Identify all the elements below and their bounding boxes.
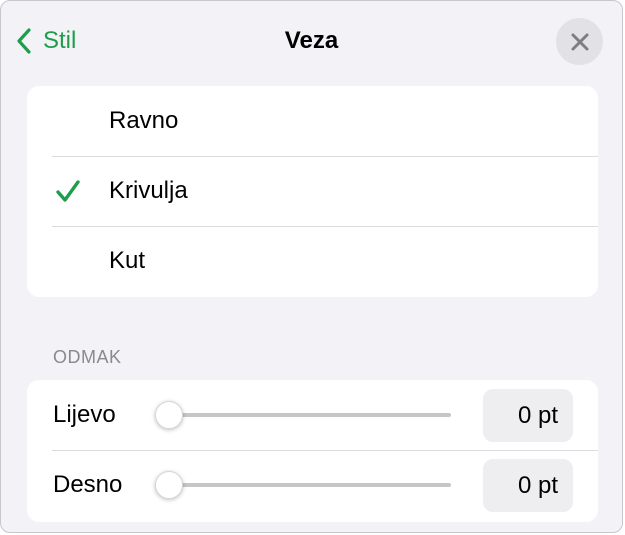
offset-row-right: Desno 0 pt: [27, 450, 598, 520]
line-style-list: Ravno Krivulja Kut: [27, 86, 598, 297]
option-label: Ravno: [109, 107, 179, 134]
line-style-option-curved[interactable]: Krivulja: [27, 156, 598, 226]
slider-thumb[interactable]: [155, 471, 183, 499]
offset-right-slider[interactable]: [155, 468, 451, 502]
header: Stil Veza: [1, 1, 622, 81]
slider-track: [163, 413, 451, 417]
offset-section-title: ODMAK: [53, 347, 122, 367]
option-label: Krivulja: [109, 177, 188, 204]
close-button[interactable]: [556, 18, 603, 65]
offset-row-left: Lijevo 0 pt: [27, 380, 598, 450]
close-icon: [571, 33, 588, 50]
option-label: Kut: [109, 247, 146, 274]
popover-title: Veza: [284, 27, 339, 54]
line-style-option-corner[interactable]: Kut: [27, 226, 598, 296]
slider-track: [163, 483, 451, 487]
line-style-option-straight[interactable]: Ravno: [27, 86, 598, 156]
offset-settings: Lijevo 0 pt Desno 0 pt: [27, 380, 598, 522]
checkmark-icon: [56, 180, 80, 202]
offset-left-slider[interactable]: [155, 398, 451, 432]
offset-left-value-field[interactable]: 0 pt: [483, 389, 573, 442]
offset-right-label: Desno: [53, 471, 123, 498]
offset-right-value-field[interactable]: 0 pt: [483, 459, 573, 512]
offset-left-label: Lijevo: [53, 401, 116, 428]
connection-style-popover: Stil Veza Ravno Krivulja Kut ODMAK Lijev…: [0, 0, 623, 533]
slider-thumb[interactable]: [155, 401, 183, 429]
